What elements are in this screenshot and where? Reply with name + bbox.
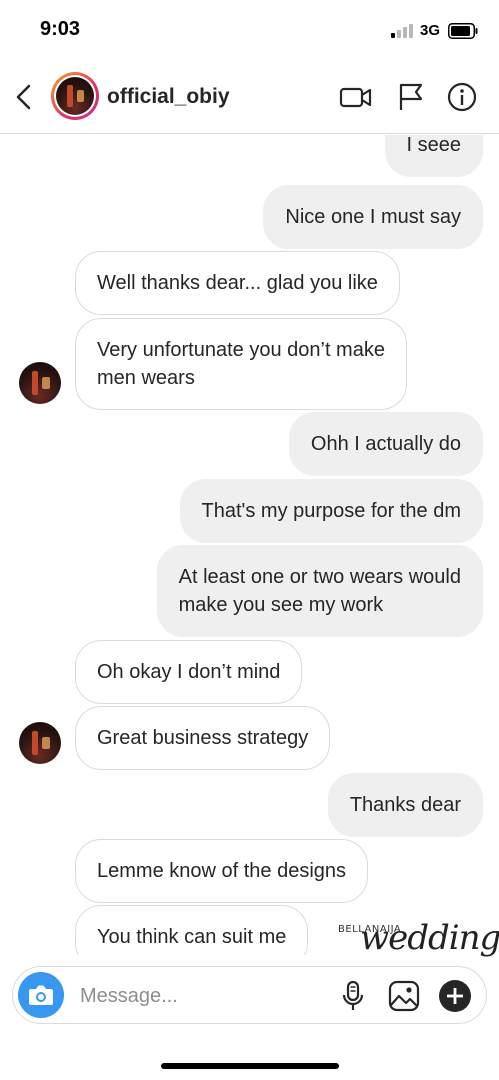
message-composer [12, 966, 487, 1024]
status-bar: 9:03 3G [0, 0, 499, 60]
message-text: make you see my work [178, 594, 384, 616]
message-bubble-sent[interactable]: At least one or two wears would make you… [156, 545, 483, 637]
avatar[interactable] [51, 72, 99, 120]
message-text: Ohh I actually do [310, 433, 461, 455]
camera-button[interactable] [18, 972, 64, 1018]
battery-icon [448, 23, 478, 39]
message-bubble-received[interactable]: You think can suit me [75, 905, 309, 955]
message-thread[interactable]: I seee Nice one I must say Well thanks d… [0, 135, 499, 955]
message-text: Lemme know of the designs [97, 860, 347, 882]
sender-avatar[interactable] [19, 722, 61, 764]
message-bubble-received[interactable]: Well thanks dear... glad you like [75, 251, 400, 315]
info-icon[interactable] [445, 82, 479, 112]
message-text: Nice one I must say [285, 206, 461, 228]
message-bubble-received[interactable]: Great business strategy [75, 706, 331, 770]
message-text: Very unfortunate you don’t make [97, 339, 385, 361]
status-time: 9:03 [40, 18, 81, 40]
flag-icon[interactable] [394, 82, 428, 112]
message-bubble-sent[interactable]: Nice one I must say [263, 185, 483, 249]
signal-icon [391, 24, 415, 38]
network-label: 3G [420, 22, 441, 39]
sender-avatar[interactable] [19, 362, 61, 404]
message-text: Great business strategy [97, 727, 309, 749]
message-input[interactable] [80, 981, 320, 1011]
message-bubble-sent[interactable]: I seee [384, 135, 483, 177]
message-text: Thanks dear [349, 794, 461, 816]
username-title[interactable]: official_obiy [107, 85, 230, 109]
microphone-icon[interactable] [336, 979, 370, 1013]
message-text: That's my purpose for the dm [201, 500, 461, 522]
message-text: men wears [97, 367, 195, 389]
camera-icon [29, 985, 53, 1005]
message-text: At least one or two wears would [178, 566, 461, 588]
message-bubble-sent[interactable]: That's my purpose for the dm [179, 479, 483, 543]
message-bubble-received[interactable]: Oh okay I don’t mind [75, 640, 303, 704]
message-bubble-sent[interactable]: Thanks dear [327, 773, 483, 837]
watermark-logo: BELLANAIJA weddings [338, 912, 499, 972]
message-bubble-sent[interactable]: Ohh I actually do [288, 412, 483, 476]
back-icon[interactable] [12, 82, 38, 112]
message-text: Oh okay I don’t mind [97, 661, 281, 683]
home-indicator[interactable] [161, 1063, 339, 1069]
message-text: Well thanks dear... glad you like [97, 272, 378, 294]
watermark-script: weddings [360, 918, 499, 958]
message-bubble-received[interactable]: Very unfortunate you don’t make men wear… [75, 318, 407, 410]
add-icon[interactable] [438, 979, 472, 1013]
video-call-icon[interactable] [339, 82, 373, 112]
message-text: I seee [406, 135, 461, 156]
chat-header: official_obiy [0, 60, 499, 134]
message-text: You think can suit me [97, 926, 287, 948]
gallery-icon[interactable] [387, 979, 421, 1013]
message-bubble-received[interactable]: Lemme know of the designs [75, 839, 369, 903]
